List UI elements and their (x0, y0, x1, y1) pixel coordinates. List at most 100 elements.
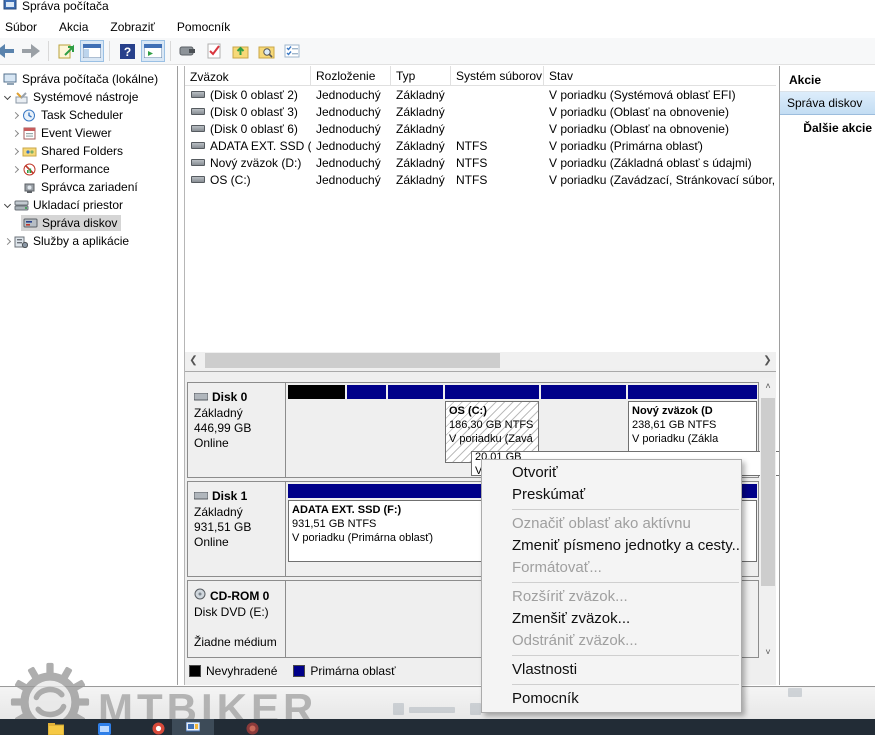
disk0-info[interactable]: Disk 0 Základný 446,99 GB Online (188, 383, 286, 477)
cdrom-info[interactable]: CD-ROM 0 Disk DVD (E:) Žiadne médium (188, 581, 286, 657)
folder-search-icon[interactable] (254, 40, 278, 62)
pane-splitter[interactable] (185, 371, 776, 372)
tree-label: Shared Folders (41, 144, 123, 158)
sidebar-item-event-viewer[interactable]: Event Viewer (0, 124, 177, 142)
app-icon-round[interactable] (246, 722, 259, 735)
expander-closed-icon[interactable] (10, 131, 21, 136)
column-header-stav[interactable]: Stav (544, 66, 776, 85)
sidebar-item-storage[interactable]: Ukladací priestor (0, 196, 177, 214)
expander-open-icon[interactable] (2, 96, 13, 99)
menu-item-preskumat[interactable]: Preskúmať (482, 484, 741, 506)
action-pane-toggle-icon[interactable] (141, 40, 165, 62)
menu-item-vlastnosti[interactable]: Vlastnosti (482, 659, 741, 681)
scroll-down-icon[interactable]: ˅ (760, 644, 776, 660)
export-list-icon[interactable] (54, 40, 78, 62)
forward-icon[interactable] (19, 40, 43, 62)
scrollbar-thumb[interactable] (761, 398, 775, 586)
expander-closed-icon[interactable] (2, 239, 13, 244)
properties-list-icon[interactable] (280, 40, 304, 62)
disk1-info[interactable]: Disk 1 Základný 931,51 GB Online (188, 482, 286, 576)
task-scheduler-icon (21, 108, 37, 122)
menu-item-pomocnik[interactable]: Pomocník (482, 688, 741, 710)
partition-efi[interactable]: 100 V pc (347, 385, 386, 463)
volume-row[interactable]: (Disk 0 oblasť 6) Jednoduchý Základný V … (185, 120, 776, 137)
actions-more-item[interactable]: Ďalšie akcie (780, 115, 875, 137)
mmc-app-icon (3, 0, 17, 15)
svg-text:?: ? (123, 45, 130, 59)
volume-row[interactable]: ADATA EXT. SSD (F:) Jednoduchý Základný … (185, 137, 776, 154)
computer-management-window: Správa počítača Súbor Akcia Zobraziť Pom… (0, 0, 875, 687)
help-icon[interactable]: ? (115, 40, 139, 62)
sidebar-item-device-manager[interactable]: Správca zariadení (0, 178, 177, 196)
disk-icon (194, 489, 208, 504)
performance-icon (21, 162, 37, 176)
background-artifact (788, 688, 802, 697)
partition-recovery[interactable]: 900 MB V poriac (388, 385, 443, 463)
partition-20gb[interactable]: 20,01 GB V poriadku (( (541, 385, 626, 463)
scroll-left-icon[interactable]: ❮ (185, 352, 202, 369)
browser-icon[interactable] (98, 722, 111, 735)
column-header-zvazok[interactable]: Zväzok (185, 66, 311, 85)
menu-item-oznacit-oblast: Označiť oblasť ako aktívnu (482, 513, 741, 535)
menu-item-otvorit[interactable]: Otvoriť (482, 462, 741, 484)
partition-color-bar (347, 385, 386, 399)
scrollbar-thumb[interactable] (205, 353, 500, 368)
tree-label: Systémové nástroje (33, 90, 138, 104)
tree-selection: Správa diskov (21, 215, 121, 231)
sidebar-item-task-scheduler[interactable]: Task Scheduler (0, 106, 177, 124)
file-explorer-icon[interactable] (48, 722, 64, 735)
horizontal-scrollbar[interactable]: ❮ ❯ (185, 352, 776, 369)
expander-closed-icon[interactable] (10, 113, 21, 118)
menu-subor[interactable]: Súbor (0, 17, 48, 37)
event-viewer-icon (21, 126, 37, 140)
tree-label: Správca zariadení (41, 180, 138, 194)
expander-closed-icon[interactable] (10, 167, 21, 172)
toolbar: ? (0, 38, 875, 65)
column-header-typ[interactable]: Typ (391, 66, 451, 85)
active-taskbar-tile[interactable] (172, 719, 214, 735)
menu-akcia[interactable]: Akcia (48, 17, 99, 37)
partition-unallocated[interactable]: 1,09 GB Nevyhra (288, 385, 345, 463)
menu-pomocnik[interactable]: Pomocník (166, 17, 241, 37)
sidebar-item-computer-management[interactable]: Správa počítača (lokálne) (0, 70, 177, 88)
actions-disk-management-item[interactable]: Správa diskov (780, 92, 875, 115)
menu-item-zmenit-pismeno[interactable]: Zmeniť písmeno jednotky a cesty... (482, 535, 741, 557)
scroll-up-icon[interactable]: ˄ (760, 378, 776, 394)
taskbar (0, 719, 875, 735)
partition-color-bar (445, 385, 539, 399)
toolbar-separator (109, 41, 110, 61)
chrome-icon[interactable] (152, 722, 165, 735)
folder-up-icon[interactable] (228, 40, 252, 62)
console-tree-toggle-icon[interactable] (80, 40, 104, 62)
menu-item-zmensit-zvazok[interactable]: Zmenšiť zväzok... (482, 608, 741, 630)
remote-device-icon[interactable] (176, 40, 200, 62)
background-artifact (393, 703, 404, 715)
tree-label: Správa diskov (42, 216, 117, 230)
back-icon[interactable] (0, 40, 17, 62)
partition-context-menu: Otvoriť Preskúmať Označiť oblasť ako akt… (481, 459, 742, 713)
sidebar-item-shared-folders[interactable]: Shared Folders (0, 142, 177, 160)
sidebar-item-performance[interactable]: Performance (0, 160, 177, 178)
tree-label: Task Scheduler (41, 108, 123, 122)
sidebar-item-services-applications[interactable]: Služby a aplikácie (0, 232, 177, 250)
expander-open-icon[interactable] (2, 204, 13, 207)
legend-label: Primárna oblasť (310, 664, 395, 678)
volume-icon (191, 159, 205, 166)
volume-list: Zväzok Rozloženie Typ Systém súborov Sta… (185, 66, 776, 352)
vertical-scrollbar[interactable]: ˄ ˅ (760, 378, 776, 660)
volume-row[interactable]: (Disk 0 oblasť 2) Jednoduchý Základný V … (185, 86, 776, 103)
column-header-rozlozenie[interactable]: Rozloženie (311, 66, 391, 85)
expander-closed-icon[interactable] (10, 149, 21, 154)
volume-icon (191, 176, 205, 183)
verify-doc-icon[interactable] (202, 40, 226, 62)
volume-row[interactable]: Nový zväzok (D:) Jednoduchý Základný NTF… (185, 154, 776, 171)
volume-row[interactable]: OS (C:) Jednoduchý Základný NTFS V poria… (185, 171, 776, 188)
sidebar-item-disk-management[interactable]: Správa diskov (0, 214, 177, 232)
menubar: Súbor Akcia Zobraziť Pomocník (0, 16, 875, 37)
partition-color-bar (628, 385, 757, 399)
column-header-system-suborov[interactable]: Systém súborov (451, 66, 544, 85)
scroll-right-icon[interactable]: ❯ (759, 352, 776, 369)
menu-zobrazit[interactable]: Zobraziť (99, 17, 166, 37)
sidebar-item-system-tools[interactable]: Systémové nástroje (0, 88, 177, 106)
volume-row[interactable]: (Disk 0 oblasť 3) Jednoduchý Základný V … (185, 103, 776, 120)
